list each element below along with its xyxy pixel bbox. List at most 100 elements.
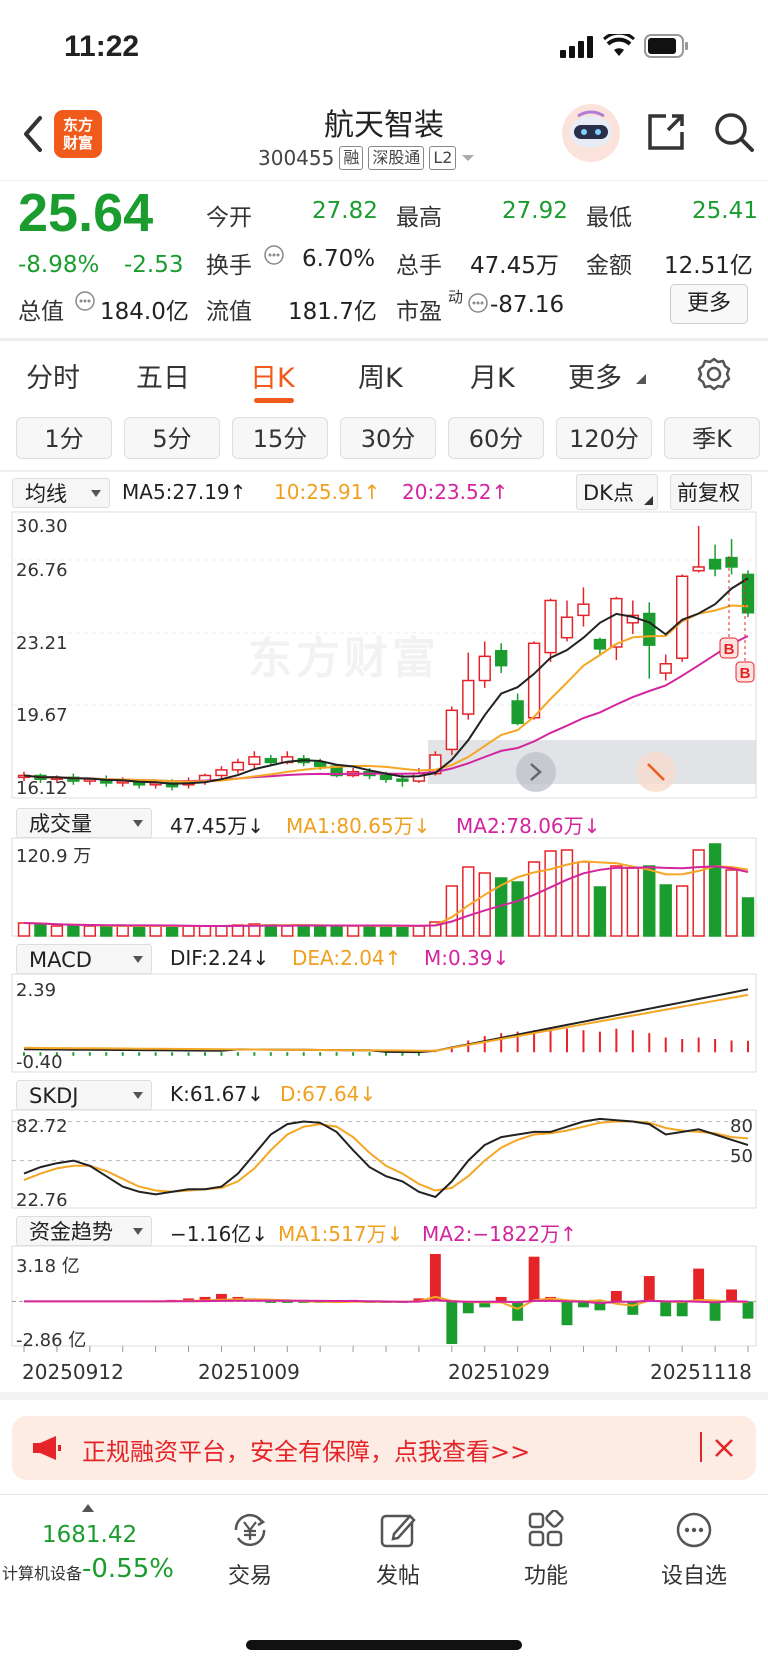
stock-code: 300455 <box>258 146 335 170</box>
close-icon[interactable] <box>714 1438 734 1458</box>
adjust-price-button[interactable]: 前复权 <box>670 474 752 510</box>
amount-label: 金额 <box>586 253 632 279</box>
macd-dropdown-label: MACD <box>29 948 92 972</box>
ma10-value: 10:25.91↑ <box>274 480 381 504</box>
tab-trade[interactable]: 交易 <box>200 1558 300 1590</box>
trade-yen-icon[interactable] <box>230 1510 270 1550</box>
info-dots-icon[interactable] <box>74 290 96 312</box>
more-dots-circle-icon[interactable] <box>674 1510 714 1550</box>
buy-marker-label: B <box>724 641 735 658</box>
post-edit-icon[interactable] <box>378 1510 418 1550</box>
candle-body <box>462 679 475 715</box>
signal-icon <box>560 36 593 58</box>
fund-axis-top: 3.18 亿 <box>16 1256 80 1277</box>
fund-trend-dropdown[interactable]: 资金趋势 <box>16 1216 152 1246</box>
date-label: 20250912 <box>22 1360 124 1384</box>
pe-value: -87.16 <box>490 292 565 318</box>
search-icon[interactable] <box>712 110 756 154</box>
tab-post[interactable]: 发帖 <box>348 1558 448 1590</box>
volume-bar <box>182 925 195 937</box>
volume-bar <box>34 923 47 937</box>
skdj-level-50: 50 <box>730 1146 753 1167</box>
interval-divider <box>0 470 768 472</box>
volume-bar <box>149 925 162 937</box>
robot-assistant-icon[interactable] <box>560 102 622 164</box>
battery-icon <box>644 34 688 58</box>
change-amount: -2.53 <box>124 252 184 278</box>
interval-120min-button[interactable]: 120分 <box>556 417 652 459</box>
price-axis-label: 16.12 <box>16 778 68 799</box>
skdj-level-80: 80 <box>730 1116 753 1137</box>
volume-ma2: MA2:78.06万↓ <box>456 814 601 838</box>
fund-flow-bar <box>512 1301 524 1321</box>
volume-bar <box>314 925 327 937</box>
fund-trend-ma1: MA1:517万↓ <box>278 1222 404 1246</box>
index-name[interactable]: 计算机设备 <box>2 1560 82 1584</box>
interval-30min-button[interactable]: 30分 <box>340 417 436 459</box>
stock-code-row[interactable]: 300455 融 深股通 L2 <box>258 146 475 170</box>
candle-body <box>692 566 705 572</box>
tab-add-watchlist[interactable]: 设自选 <box>644 1558 744 1590</box>
interval-1min-button[interactable]: 1分 <box>16 417 112 459</box>
functions-grid-icon[interactable] <box>526 1510 566 1550</box>
volume-bar <box>379 925 393 937</box>
interval-quarter-k-button[interactable]: 季K <box>664 417 760 459</box>
candle-body <box>643 612 656 646</box>
volume-bar <box>412 925 426 937</box>
macd-axis-bottom: -0.40 <box>16 1052 63 1073</box>
connect-tag: 深股通 <box>368 146 425 170</box>
fund-flow-bar <box>742 1301 754 1319</box>
candle-body <box>314 761 327 767</box>
price-axis-label: 23.21 <box>16 633 68 654</box>
candle-body <box>396 778 409 782</box>
ma-dropdown[interactable]: 均线 <box>12 478 110 508</box>
volume-bar <box>198 925 212 937</box>
buy-marker-label: B <box>740 665 751 682</box>
tab-more[interactable]: 更多 <box>568 356 622 395</box>
volume-bar <box>593 886 607 937</box>
skdj-axis-bottom: 22.76 <box>16 1190 68 1211</box>
fund-flow-bar <box>726 1289 737 1302</box>
tab-five-day[interactable]: 五日 <box>136 356 190 395</box>
macd-dea: DEA:2.04↑ <box>292 946 402 970</box>
price-axis-label: 26.76 <box>16 560 68 581</box>
fund-trend-ma2: MA2:−1822万↑ <box>422 1222 577 1246</box>
macd-dea-line <box>23 993 749 1052</box>
caret-up-icon <box>82 1504 94 1512</box>
turnover-value: 6.70% <box>302 246 376 272</box>
macd-dropdown[interactable]: MACD <box>16 944 152 974</box>
more-quote-button[interactable]: 更多 <box>670 284 748 324</box>
macd-dif: DIF:2.24↓ <box>170 946 270 970</box>
fund-flow-bar <box>693 1268 705 1302</box>
volume-bar <box>708 843 722 937</box>
panel-frame <box>11 1109 757 1209</box>
settings-gear-icon[interactable] <box>696 356 732 392</box>
candle-body <box>511 700 524 725</box>
interval-15min-button[interactable]: 15分 <box>232 417 328 459</box>
volume-bar <box>133 925 146 937</box>
interval-5min-button[interactable]: 5分 <box>124 417 220 459</box>
index-change[interactable]: -0.55% <box>82 1554 174 1584</box>
high-label: 最高 <box>396 205 442 231</box>
float-value: 181.7亿 <box>288 299 377 325</box>
volume-dropdown[interactable]: 成交量 <box>16 808 152 838</box>
tab-intraday[interactable]: 分时 <box>26 356 80 395</box>
fund-trend-value: −1.16亿↓ <box>170 1222 269 1246</box>
share-icon[interactable] <box>646 112 686 152</box>
promo-banner-text: 正规融资平台，安全有保障，点我查看>> <box>82 1438 531 1466</box>
dk-point-button[interactable]: DK点 <box>576 474 658 510</box>
index-value[interactable]: 1681.42 <box>42 1522 137 1548</box>
skdj-dropdown[interactable]: SKDJ <box>16 1080 152 1110</box>
fund-flow-bar <box>660 1301 672 1317</box>
tab-daily-k[interactable]: 日K <box>250 356 295 395</box>
tab-monthly-k[interactable]: 月K <box>470 356 515 395</box>
amount-value: 12.51亿 <box>664 253 753 279</box>
tab-weekly-k[interactable]: 周K <box>358 356 403 395</box>
tab-functions[interactable]: 功能 <box>496 1558 596 1590</box>
info-dots-icon[interactable] <box>467 292 489 314</box>
interval-60min-button[interactable]: 60分 <box>448 417 544 459</box>
candle-body <box>560 616 574 639</box>
candle-body <box>264 757 277 764</box>
info-dots-icon[interactable] <box>263 244 285 266</box>
float-label: 流值 <box>206 299 252 325</box>
